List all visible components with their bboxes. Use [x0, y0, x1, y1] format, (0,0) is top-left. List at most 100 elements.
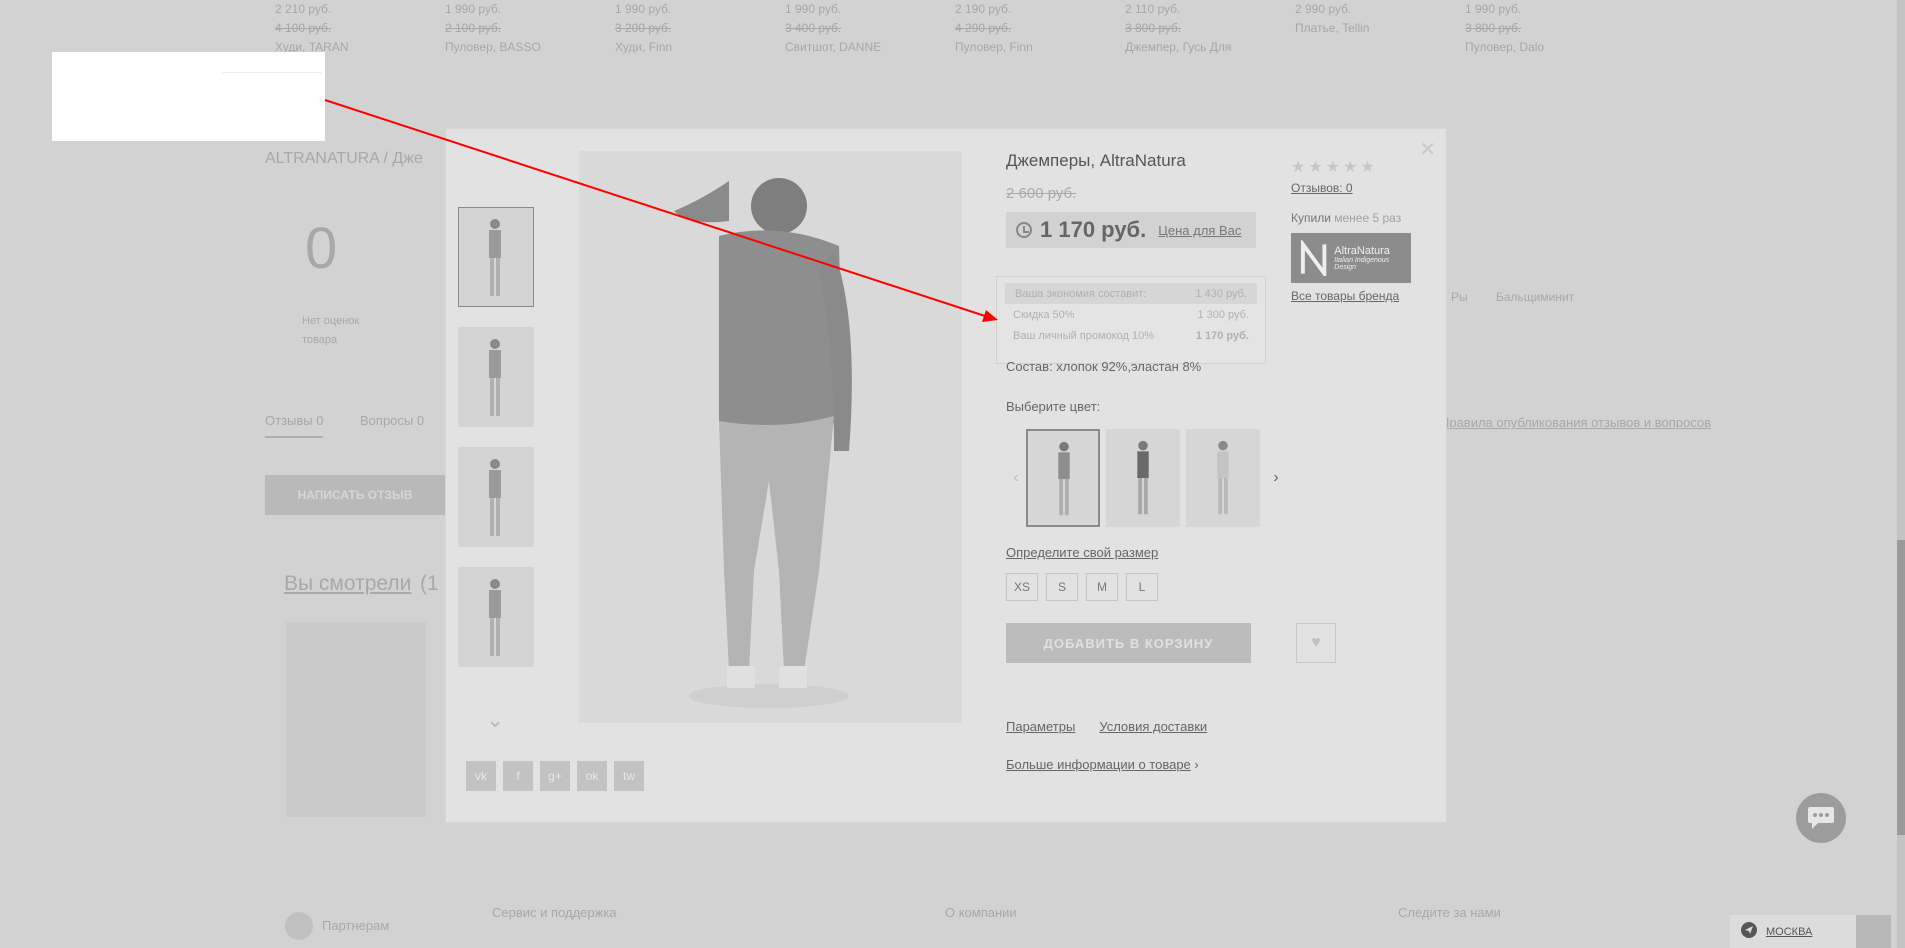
promo-label: Ваш личный промокод 10%	[1013, 329, 1154, 342]
chevron-left-icon[interactable]: ‹	[1006, 469, 1026, 487]
vk-icon[interactable]: vk	[466, 761, 496, 791]
breadcrumb[interactable]: ALTRANATURA / Дже	[265, 150, 423, 168]
clock-icon	[1016, 222, 1032, 238]
watched-product-image[interactable]	[286, 622, 426, 817]
bg-product-8: 1 990 руб. 3 800 руб. Пуловер, Dalo	[1465, 0, 1544, 57]
model-swatch-icon	[1137, 440, 1149, 515]
heart-icon[interactable]: ♥	[1296, 623, 1336, 663]
footer-service: Сервис и поддержка	[492, 905, 617, 920]
bg-product-7: 2 990 руб. Платье, Tellin	[1295, 0, 1369, 38]
redacted-box	[52, 52, 325, 141]
footer-company: О компании	[945, 905, 1017, 920]
google-plus-icon[interactable]: g+	[540, 761, 570, 791]
bg-price: 1 990 руб.	[1465, 2, 1522, 16]
city-name[interactable]: МОСКВА	[1766, 926, 1812, 938]
odnoklassniki-icon[interactable]: ok	[577, 761, 607, 791]
bg-old-price: 3 800 руб.	[1465, 21, 1522, 35]
model-thumbnail-icon	[489, 219, 501, 296]
product-side-info: ★★★★★ Отзывов: 0 Купили менее 5 раз Altr…	[1291, 157, 1421, 303]
watched-count: (1	[420, 572, 439, 595]
size-l[interactable]: L	[1126, 573, 1158, 601]
twitter-icon[interactable]: tw	[614, 761, 644, 791]
bg-price: 2 990 руб.	[1295, 2, 1352, 16]
tab-questions[interactable]: Вопросы 0	[360, 413, 424, 428]
bg-old-price: 4 100 руб.	[275, 21, 332, 35]
share-buttons: vk f g+ ok tw	[466, 761, 644, 791]
size-s[interactable]: S	[1046, 573, 1078, 601]
size-m[interactable]: M	[1086, 573, 1118, 601]
bg-price: 2 110 руб.	[1125, 2, 1181, 16]
price-box: 1 170 руб. Цена для Вас	[1006, 212, 1256, 248]
city-selector[interactable]: МОСКВА	[1730, 915, 1860, 948]
delivery-link[interactable]: Условия доставки	[1099, 719, 1207, 734]
model-thumbnail-icon	[489, 579, 501, 656]
watched-title[interactable]: Вы смотрели	[284, 572, 411, 596]
size-guide-link[interactable]: Определите свой размер	[1006, 545, 1158, 560]
color-swatch-2[interactable]	[1106, 429, 1180, 527]
rating-stars[interactable]: ★★★★★	[1291, 157, 1421, 177]
footer-partners[interactable]: Партнерам	[322, 918, 389, 933]
bg-name: Платье, Tellin	[1295, 21, 1370, 35]
chevron-right-icon: ›	[1194, 757, 1199, 772]
location-arrow-icon	[1740, 921, 1758, 942]
params-link[interactable]: Параметры	[1006, 719, 1075, 734]
write-review-button[interactable]: НАПИСАТЬ ОТЗЫВ	[265, 475, 445, 515]
bought-label: Купили	[1291, 211, 1331, 225]
tab-reviews[interactable]: Отзывы 0	[265, 413, 324, 438]
thumbnail-2[interactable]	[458, 327, 534, 427]
brand-tagline: Italian Indigenous Design	[1334, 257, 1390, 271]
savings-value: 1 430 руб.	[1195, 287, 1247, 300]
partners-icon	[285, 912, 313, 940]
bg-old-price: 3 800 руб.	[1125, 21, 1182, 35]
right-tab[interactable]: Бальщиминит	[1496, 290, 1574, 304]
thumbnail-3[interactable]	[458, 447, 534, 547]
scroll-top-button[interactable]	[1856, 915, 1891, 948]
more-info-link[interactable]: Больше информации о товаре ›	[1006, 757, 1199, 772]
bg-name: Пуловер, BASSO	[445, 40, 541, 54]
add-to-cart-button[interactable]: ДОБАВИТЬ В КОРЗИНУ	[1006, 623, 1251, 663]
size-xs[interactable]: XS	[1006, 573, 1038, 601]
bg-name: Худи, Finn	[615, 40, 673, 54]
color-swatch-1[interactable]	[1026, 429, 1100, 527]
bg-product-2: 1 990 руб. 2 100 руб. Пуловер, BASSO	[445, 0, 541, 57]
all-brand-goods-link[interactable]: Все товары бренда	[1291, 289, 1421, 303]
brand-text: AltraNatura Italian Indigenous Design	[1334, 245, 1411, 271]
brand-logo[interactable]: AltraNatura Italian Indigenous Design	[1291, 233, 1411, 283]
price-for-you-link[interactable]: Цена для Вас	[1158, 223, 1241, 238]
bg-old-price: 2 100 руб.	[445, 21, 502, 35]
scrollbar-thumb[interactable]	[1897, 540, 1905, 835]
chevron-right-icon[interactable]: ›	[1266, 469, 1286, 487]
facebook-icon[interactable]: f	[503, 761, 533, 791]
product-title: Джемперы, AltraNatura	[1006, 151, 1186, 170]
rules-link[interactable]: Правила опубликования отзывов и вопросов	[1440, 415, 1711, 430]
bg-price: 1 990 руб.	[785, 2, 842, 16]
bg-price: 1 990 руб.	[615, 2, 672, 16]
rating-big: 0	[305, 216, 338, 281]
reviews-link[interactable]: Отзывов: 0	[1291, 181, 1421, 195]
product-main-image[interactable]	[579, 151, 962, 723]
savings-tooltip: Ваша экономия составит: 1 430 руб. Скидк…	[996, 276, 1266, 364]
promo-value: 1 170 руб.	[1195, 329, 1249, 342]
bg-old-price: 3 200 руб.	[615, 21, 672, 35]
model-swatch-icon	[1058, 441, 1070, 516]
discount-value: 1 300 руб.	[1197, 308, 1249, 321]
bg-name: Пуловер, Dalo	[1465, 40, 1545, 54]
bg-product-5: 2 190 руб. 4 290 руб. Пуловер, Finn	[955, 0, 1033, 57]
color-swatch-3[interactable]	[1186, 429, 1260, 527]
bg-old-price: 3 400 руб.	[785, 21, 842, 35]
bought-count: Купили менее 5 раз	[1291, 211, 1421, 225]
bg-product-1: 2 210 руб. 4 100 руб. Худи, TARAN	[275, 0, 349, 57]
thumbnail-list	[456, 207, 536, 687]
bg-price: 2 210 руб.	[275, 2, 332, 16]
thumbnail-1[interactable]	[458, 207, 534, 307]
bg-name: Свитшот, DANNE	[785, 40, 882, 54]
chat-button[interactable]	[1796, 793, 1846, 843]
more-info-label[interactable]: Больше информации о товаре	[1006, 757, 1191, 772]
thumbnail-4[interactable]	[458, 567, 534, 667]
quick-view-modal: ✕ ⌄ vk f g+ ok tw Джемперы, AltraNatura …	[445, 128, 1447, 823]
bg-name: Пуловер, Finn	[955, 40, 1033, 54]
divider	[222, 72, 322, 73]
close-icon[interactable]: ✕	[1419, 137, 1436, 162]
chevron-down-icon[interactable]: ⌄	[486, 707, 504, 733]
rating-caption: Нет оценок товара	[302, 315, 360, 346]
